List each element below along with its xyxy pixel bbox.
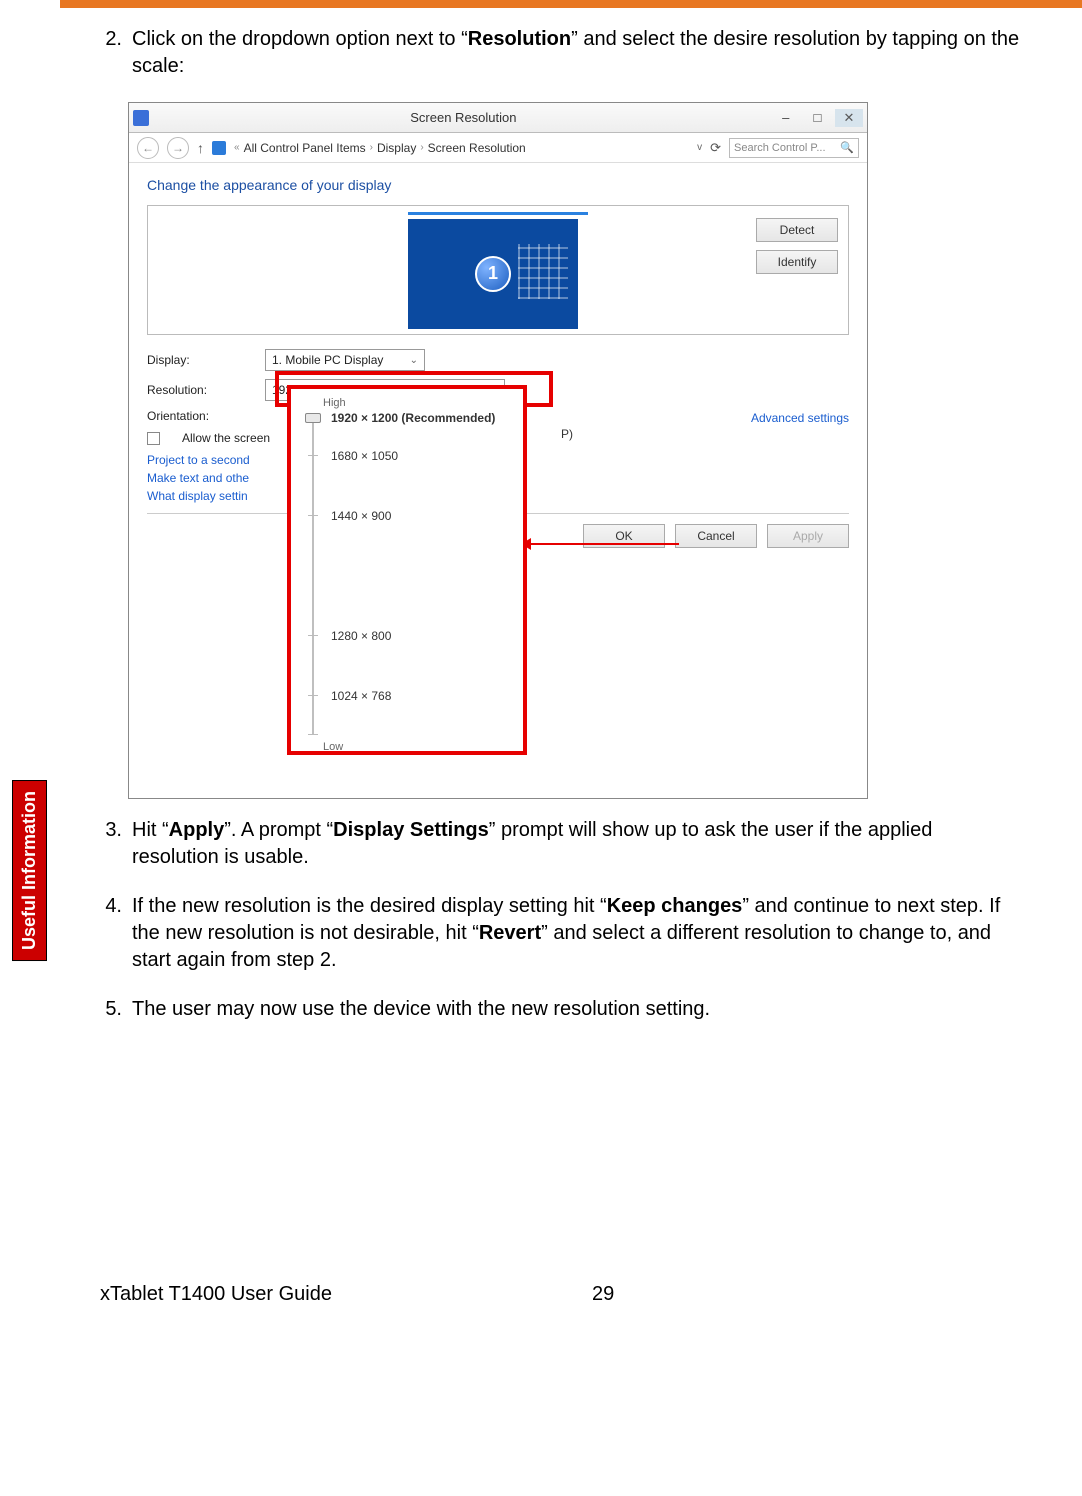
- display-label: Display:: [147, 353, 247, 367]
- nav-back-button[interactable]: ←: [137, 137, 159, 159]
- refresh-button[interactable]: ⟳: [710, 140, 721, 156]
- resolution-label: Resolution:: [147, 383, 247, 397]
- step-2: 2. Click on the dropdown option next to …: [100, 26, 1022, 80]
- allow-label: Allow the screen: [182, 431, 270, 445]
- monitor-glyph[interactable]: 1: [408, 219, 578, 329]
- footer-guide-title: xTablet T1400 User Guide: [100, 1283, 332, 1306]
- annotation-arrow: [529, 543, 679, 545]
- display-row: Display: 1. Mobile PC Display ⌄: [147, 349, 849, 371]
- resolution-slider-popup: High 1920 × 1200: [287, 385, 527, 755]
- instruction-list: 2. Click on the dropdown option next to …: [100, 26, 1022, 1023]
- maximize-button[interactable]: □: [803, 109, 831, 127]
- step-text: The user may now use the device with the…: [132, 996, 1022, 1023]
- step-number: 3.: [100, 817, 122, 871]
- res-option-1440[interactable]: 1440 × 900: [331, 509, 391, 523]
- step-number: 4.: [100, 893, 122, 974]
- nav-up-button[interactable]: ↑: [197, 140, 204, 156]
- search-icon: 🔍: [840, 141, 854, 154]
- step-number: 2.: [100, 26, 122, 80]
- resolution-slider[interactable]: [305, 415, 321, 735]
- step-text: Hit “Apply”. A prompt “Display Settings”…: [132, 817, 1022, 871]
- section-tab: Useful Information: [12, 780, 47, 961]
- identify-button[interactable]: Identify: [756, 250, 838, 274]
- step-3: 3. Hit “Apply”. A prompt “Display Settin…: [100, 817, 1022, 871]
- window-title: Screen Resolution: [155, 110, 772, 125]
- page-footer: xTablet T1400 User Guide 29: [100, 1283, 1022, 1306]
- chevron-down-icon: ⌄: [410, 355, 418, 366]
- detect-button[interactable]: Detect: [756, 218, 838, 242]
- res-option-1024[interactable]: 1024 × 768: [331, 689, 391, 703]
- orientation-label: Orientation:: [147, 409, 247, 423]
- control-panel-icon: [212, 141, 226, 155]
- res-option-1280[interactable]: 1280 × 800: [331, 629, 391, 643]
- slider-low-label: Low: [323, 741, 515, 753]
- allow-checkbox[interactable]: [147, 432, 160, 445]
- display-preview: Detect Identify 1: [147, 205, 849, 335]
- slider-high-label: High: [323, 397, 515, 409]
- screenshot-screen-resolution: Screen Resolution – □ ✕ ← → ↑ « All Cont…: [128, 102, 868, 799]
- res-option-1680[interactable]: 1680 × 1050: [331, 449, 398, 463]
- slider-thumb[interactable]: [305, 413, 321, 423]
- advanced-settings-link[interactable]: Advanced settings: [751, 411, 849, 425]
- step-4: 4. If the new resolution is the desired …: [100, 893, 1022, 974]
- truncated-text: P): [561, 427, 573, 441]
- window-controls: – □ ✕: [772, 109, 863, 127]
- footer-page-number: 29: [592, 1283, 614, 1306]
- search-input[interactable]: Search Control P... 🔍: [729, 138, 859, 158]
- step-5: 5. The user may now use the device with …: [100, 996, 1022, 1023]
- nav-forward-button[interactable]: →: [167, 137, 189, 159]
- res-option-1920[interactable]: 1920 × 1200 (Recommended): [331, 411, 495, 425]
- window-titlebar: Screen Resolution – □ ✕: [129, 103, 867, 133]
- step-text: Click on the dropdown option next to “Re…: [132, 26, 1022, 80]
- cancel-button[interactable]: Cancel: [675, 524, 757, 548]
- page-headline: Change the appearance of your display: [147, 177, 849, 193]
- window-content: Change the appearance of your display De…: [129, 163, 867, 798]
- display-dropdown[interactable]: 1. Mobile PC Display ⌄: [265, 349, 425, 371]
- monitor-number: 1: [475, 256, 511, 292]
- close-button[interactable]: ✕: [835, 109, 863, 127]
- breadcrumb[interactable]: « All Control Panel Items › Display › Sc…: [234, 141, 526, 155]
- minimize-button[interactable]: –: [772, 109, 800, 127]
- step-number: 5.: [100, 996, 122, 1023]
- apply-button[interactable]: Apply: [767, 524, 849, 548]
- search-placeholder: Search Control P...: [734, 142, 826, 154]
- app-icon: [133, 110, 149, 126]
- step-text: If the new resolution is the desired dis…: [132, 893, 1022, 974]
- top-accent-bar: [60, 0, 1082, 8]
- address-bar: ← → ↑ « All Control Panel Items › Displa…: [129, 133, 867, 163]
